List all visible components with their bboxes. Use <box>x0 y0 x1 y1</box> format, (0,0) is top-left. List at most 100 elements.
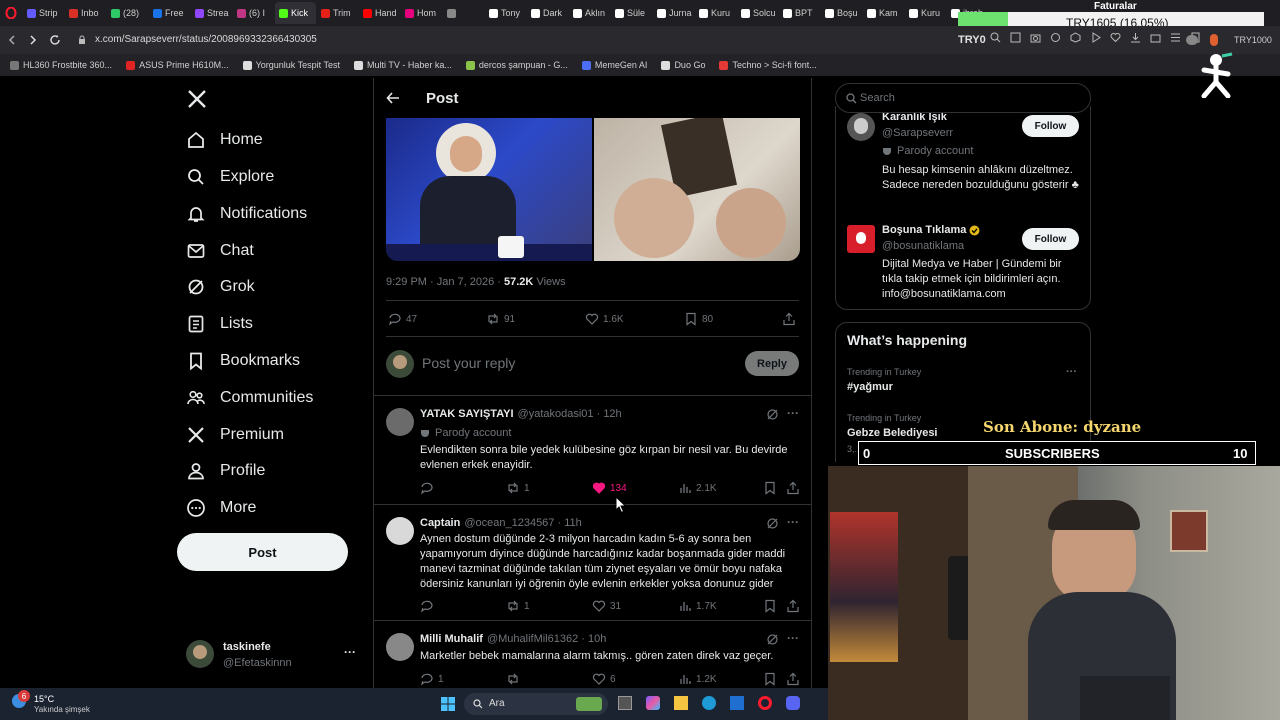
reply-avatar[interactable] <box>386 633 414 661</box>
account-more-icon[interactable]: ··· <box>344 645 356 659</box>
account-name-karanlik[interactable]: Karanlık Işık <box>882 113 1012 127</box>
share-icon[interactable] <box>786 481 800 495</box>
browser-tab[interactable]: Boşu <box>821 2 862 24</box>
reply-reply-button[interactable] <box>420 599 438 613</box>
camera2-icon[interactable] <box>1150 32 1161 43</box>
heart-icon[interactable] <box>1110 32 1121 43</box>
trend-title[interactable]: Gebze Belediyesi <box>847 427 938 439</box>
tweet-image-left[interactable] <box>386 118 592 261</box>
store-icon[interactable] <box>730 696 744 710</box>
reply-author-handle[interactable]: @MuhalifMil61362 · 10h <box>487 633 606 645</box>
nav-item-explore[interactable]: Explore <box>186 161 274 193</box>
bookmark-item[interactable]: Duo Go <box>661 60 705 70</box>
account-handle-bosuna[interactable]: @bosunatiklama <box>882 240 964 252</box>
browser-tab[interactable]: Süle <box>611 2 652 24</box>
browser-tab[interactable]: Kuru <box>695 2 736 24</box>
reply-more-icon[interactable]: ··· <box>787 631 799 645</box>
browser-tab[interactable]: Tony <box>485 2 526 24</box>
browser-tab[interactable] <box>443 2 484 24</box>
bookmark-icon[interactable] <box>763 599 777 613</box>
browser-tab[interactable]: Trim <box>317 2 358 24</box>
extension-icon[interactable] <box>1210 34 1218 46</box>
tweet-image-right[interactable] <box>594 118 800 261</box>
reply-views-button[interactable]: 1.2K <box>678 672 717 686</box>
reply-views-button[interactable]: 2.1K <box>678 481 717 495</box>
nav-item-profile[interactable]: Profile <box>186 455 265 487</box>
reply-author-handle[interactable]: @yatakodasi01 · 12h <box>518 408 622 420</box>
nav-item-home[interactable]: Home <box>186 124 263 156</box>
reply-like-button[interactable]: 31 <box>592 599 621 613</box>
url-text[interactable]: x.com/Sarapseverr/status/200896933236643… <box>95 34 317 45</box>
tweet-reply-button[interactable]: 47 <box>388 312 417 326</box>
account-handle[interactable]: @Efetaskinnn <box>223 657 292 669</box>
browser-tab[interactable]: Dark <box>527 2 568 24</box>
tweet-repost-button[interactable]: 91 <box>486 312 515 326</box>
account-name[interactable]: taskinefe <box>223 641 271 653</box>
browser-tab[interactable]: Hand <box>359 2 400 24</box>
bookmark-item[interactable]: Yorgunluk Tespit Test <box>242 60 340 70</box>
reply-more-icon[interactable]: ··· <box>787 406 799 420</box>
browser-tab[interactable]: Kuru <box>905 2 946 24</box>
bookmark-item[interactable]: HL360 Frostbite 360... <box>10 60 112 70</box>
reply-like-button[interactable]: 6 <box>592 672 616 686</box>
back-icon[interactable] <box>6 34 18 46</box>
reply-button[interactable]: Reply <box>745 351 799 376</box>
reply-author-name[interactable]: Milli Muhalif <box>420 633 483 645</box>
reply-avatar[interactable] <box>386 408 414 436</box>
camera-icon[interactable] <box>1030 32 1041 43</box>
tweet-timestamp[interactable]: 9:29 PM · Jan 7, 2026 · <box>386 276 504 288</box>
nav-item-lists[interactable]: Lists <box>186 308 253 340</box>
bookmark-item[interactable]: Multi TV - Haber ka... <box>354 60 452 70</box>
grok-icon[interactable] <box>766 408 779 421</box>
share-icon[interactable] <box>786 599 800 613</box>
grok-icon[interactable] <box>766 517 779 530</box>
bookmark-icon[interactable] <box>763 672 777 686</box>
browser-tab[interactable]: Inbo <box>65 2 106 24</box>
menu-icon[interactable] <box>1170 32 1181 43</box>
x-logo-icon[interactable] <box>186 88 208 110</box>
bookmark-item[interactable]: ASUS Prime H610M... <box>126 60 229 70</box>
browser-tab[interactable]: Jurna <box>653 2 694 24</box>
opera-logo-icon[interactable] <box>0 2 22 24</box>
file-explorer-icon[interactable] <box>674 696 688 710</box>
download-icon[interactable] <box>1130 32 1141 43</box>
play-icon[interactable] <box>1090 32 1101 43</box>
reply-reply-button[interactable]: 1 <box>420 672 444 686</box>
reply-more-icon[interactable]: ··· <box>787 515 799 529</box>
windows-start-icon[interactable] <box>441 697 455 711</box>
reply-like-button[interactable]: 134 <box>592 481 627 495</box>
browser-tab[interactable]: (6) I <box>233 2 274 24</box>
account-avatar-bosuna[interactable] <box>847 225 875 253</box>
account-name-row-bosuna[interactable]: Boşuna Tıklama <box>882 224 980 236</box>
tweet-bookmark-button[interactable]: 80 <box>684 312 713 326</box>
browser-tab[interactable]: Kick <box>275 2 316 24</box>
back-arrow-icon[interactable] <box>386 91 400 105</box>
reply-input[interactable]: Post your reply <box>422 355 515 371</box>
profile-icon[interactable] <box>1186 35 1198 45</box>
follow-button-karanlik[interactable]: Follow <box>1022 115 1079 137</box>
tweet-like-button[interactable]: 1.6K <box>585 312 624 326</box>
edge-icon[interactable] <box>702 696 716 710</box>
edit-icon[interactable] <box>1010 32 1021 43</box>
reply-repost-button[interactable]: 1 <box>506 599 530 613</box>
taskbar-search[interactable]: Ara <box>464 693 608 715</box>
trend-title[interactable]: #yağmur <box>847 381 893 393</box>
reply-author-name[interactable]: Captain <box>420 517 460 529</box>
reload-icon[interactable] <box>49 34 61 46</box>
bookmark-item[interactable]: dercos şampuan - G... <box>465 60 568 70</box>
post-button[interactable]: Post <box>177 533 348 571</box>
shield-icon[interactable] <box>1050 32 1061 43</box>
browser-tab[interactable]: Kam <box>863 2 904 24</box>
browser-tab[interactable]: Solcu <box>737 2 778 24</box>
discord-icon[interactable] <box>786 696 800 710</box>
browser-tab[interactable]: Free <box>149 2 190 24</box>
nav-item-more[interactable]: More <box>186 492 256 524</box>
cube-icon[interactable] <box>1070 32 1081 43</box>
forward-icon[interactable] <box>27 34 39 46</box>
bookmark-item[interactable]: Techno > Sci-fi font... <box>719 60 817 70</box>
browser-tab[interactable]: BPT <box>779 2 820 24</box>
grok-icon[interactable] <box>766 633 779 646</box>
nav-item-bookmarks[interactable]: Bookmarks <box>186 345 300 377</box>
nav-item-communities[interactable]: Communities <box>186 382 313 414</box>
copilot-icon[interactable] <box>646 696 660 710</box>
